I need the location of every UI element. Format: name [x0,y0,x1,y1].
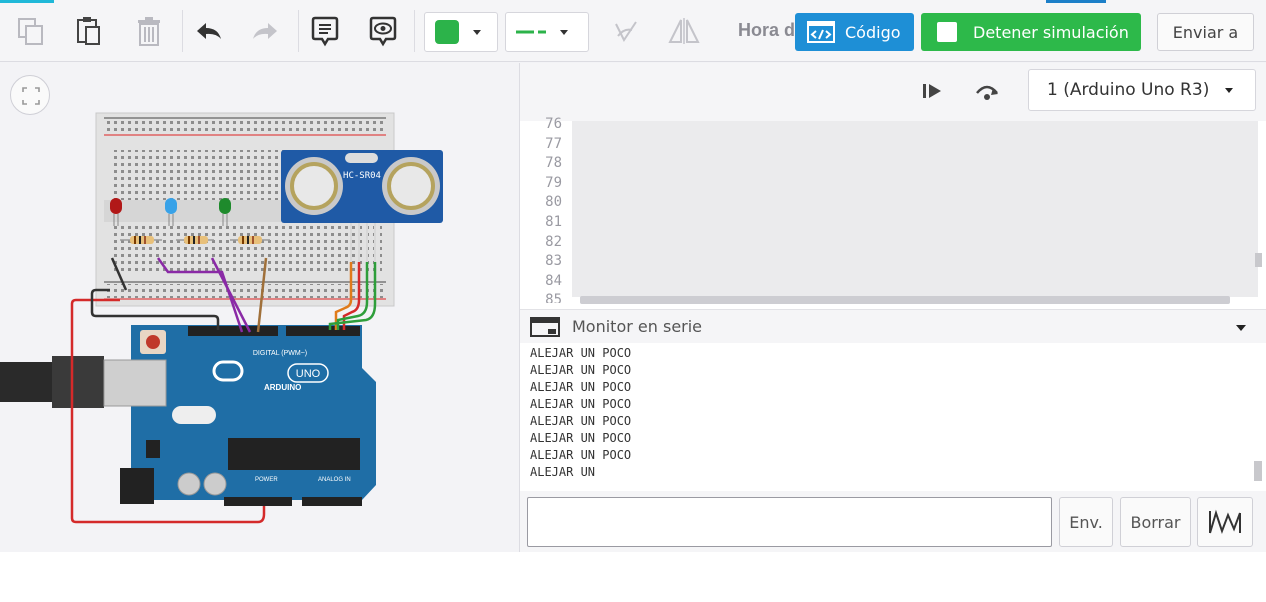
serial-output-line: ALEJAR UN POCO [530,346,632,360]
rotate-icon[interactable] [608,12,642,50]
tinkercad-app: Hora d Código Detener simulación Enviar … [0,0,1266,552]
send-to-label: Enviar a [1172,22,1239,42]
line-number: 84 [545,272,562,289]
serial-output-line: ALEJAR UN [530,465,596,479]
clear-button[interactable]: Borrar [1120,497,1191,547]
power-label: POWER [255,477,278,483]
hora-label: Hora d [738,20,796,40]
line-number: 81 [545,213,562,230]
send-button[interactable]: Env. [1059,497,1113,547]
paste-icon[interactable] [72,12,106,50]
stop-simulation-label: Detener simulación [973,22,1129,42]
top-accent-line [0,0,1266,3]
monitor-scrollbar[interactable] [1254,461,1262,481]
line-number: 83 [545,253,562,270]
stop-square-icon [937,22,957,42]
circuit-drawing: HC-SR04 DIGITAL (PWM~) ARDUINO UNO POWER… [0,112,443,524]
serial-output-line: ALEJAR UN POCO [530,397,632,411]
redo-icon[interactable] [248,12,282,50]
step-over-icon[interactable] [972,77,1002,105]
code-panel: 1 (Arduino Uno R3) 76 77 78 79 80 81 82 83 84 85 … [519,63,1266,552]
serial-monitor-title: Monitor en serie [572,317,703,336]
serial-monitor-output: ALEJAR UN POCO ALEJAR UN POCO ALEJAR UN PO… [520,343,1266,491]
serial-monitor-header[interactable]: Monitor en serie [520,309,1266,343]
code-editor-icon [807,21,835,43]
serial-output-line: ALEJAR UN POCO [530,363,632,377]
view-notes-icon[interactable] [366,12,400,50]
stop-simulation-button[interactable]: Detener simulación [921,13,1141,51]
board-model: UNO [296,368,321,380]
sensor-label: HC-SR04 [343,171,381,181]
serial-output-line: ALEJAR UN POCO [530,431,632,445]
line-number: 80 [545,194,562,211]
arduino-uno-board[interactable]: DIGITAL (PWM~) ARDUINO UNO POWER ANALOG … [131,325,376,506]
step-debug-icon[interactable] [918,77,946,105]
fill-color-picker[interactable] [424,12,498,52]
graph-icon [1209,509,1241,534]
usb-connector [0,356,167,408]
line-number: 82 [545,233,562,250]
line-number: 85 [545,292,562,303]
wire-line-icon [516,30,546,34]
code-text-area[interactable] [572,121,1258,297]
copy-icon[interactable] [14,12,48,50]
code-button-label: Código [845,22,901,42]
analog-label: ANALOG IN [318,477,351,483]
horizontal-scrollbar[interactable] [580,296,1230,304]
clear-button-label: Borrar [1130,512,1181,532]
serial-input[interactable] [527,497,1052,547]
collapse-chevron-icon[interactable] [1236,325,1246,331]
serial-output-line: ALEJAR UN POCO [530,380,632,394]
code-editor[interactable]: 76 77 78 79 80 81 82 83 84 85 [520,116,1262,309]
code-button[interactable]: Código [795,13,914,51]
chevron-down-icon [560,29,568,35]
code-panel-header: 1 (Arduino Uno R3) [520,63,1266,121]
serial-input-row: Env. Borrar [520,491,1266,552]
board-brand: ARDUINO [264,383,301,392]
device-selector-value: 1 (Arduino Uno R3) [1047,80,1210,100]
blank-area [0,552,1266,602]
line-number: 79 [545,174,562,191]
send-to-button[interactable]: Enviar a [1157,13,1254,51]
line-number-gutter: 76 77 78 79 80 81 82 83 84 85 [520,115,568,303]
notes-icon[interactable] [308,12,342,50]
send-button-label: Env. [1069,512,1103,532]
power-jack [120,468,154,504]
color-swatch [435,20,459,44]
undo-icon[interactable] [192,12,226,50]
mirror-icon[interactable] [664,12,704,50]
main-toolbar: Hora d Código Detener simulación Enviar … [0,0,1266,62]
serial-monitor-icon [530,316,560,337]
chevron-down-icon [473,29,481,35]
serial-output-line: ALEJAR UN POCO [530,448,632,462]
delete-icon[interactable] [132,12,166,50]
chevron-down-icon [1225,87,1234,93]
line-number: 76 [545,116,562,132]
line-number: 78 [545,155,562,172]
plotter-button[interactable] [1197,497,1253,547]
circuit-canvas[interactable]: HC-SR04 DIGITAL (PWM~) ARDUINO UNO POWER… [0,63,519,552]
serial-output-line: ALEJAR UN POCO [530,414,632,428]
digital-label: DIGITAL (PWM~) [253,350,307,357]
line-number: 77 [545,135,562,152]
device-selector[interactable]: 1 (Arduino Uno R3) [1028,69,1256,111]
vertical-scrollbar[interactable] [1255,253,1262,267]
wire-style-picker[interactable] [505,12,589,52]
